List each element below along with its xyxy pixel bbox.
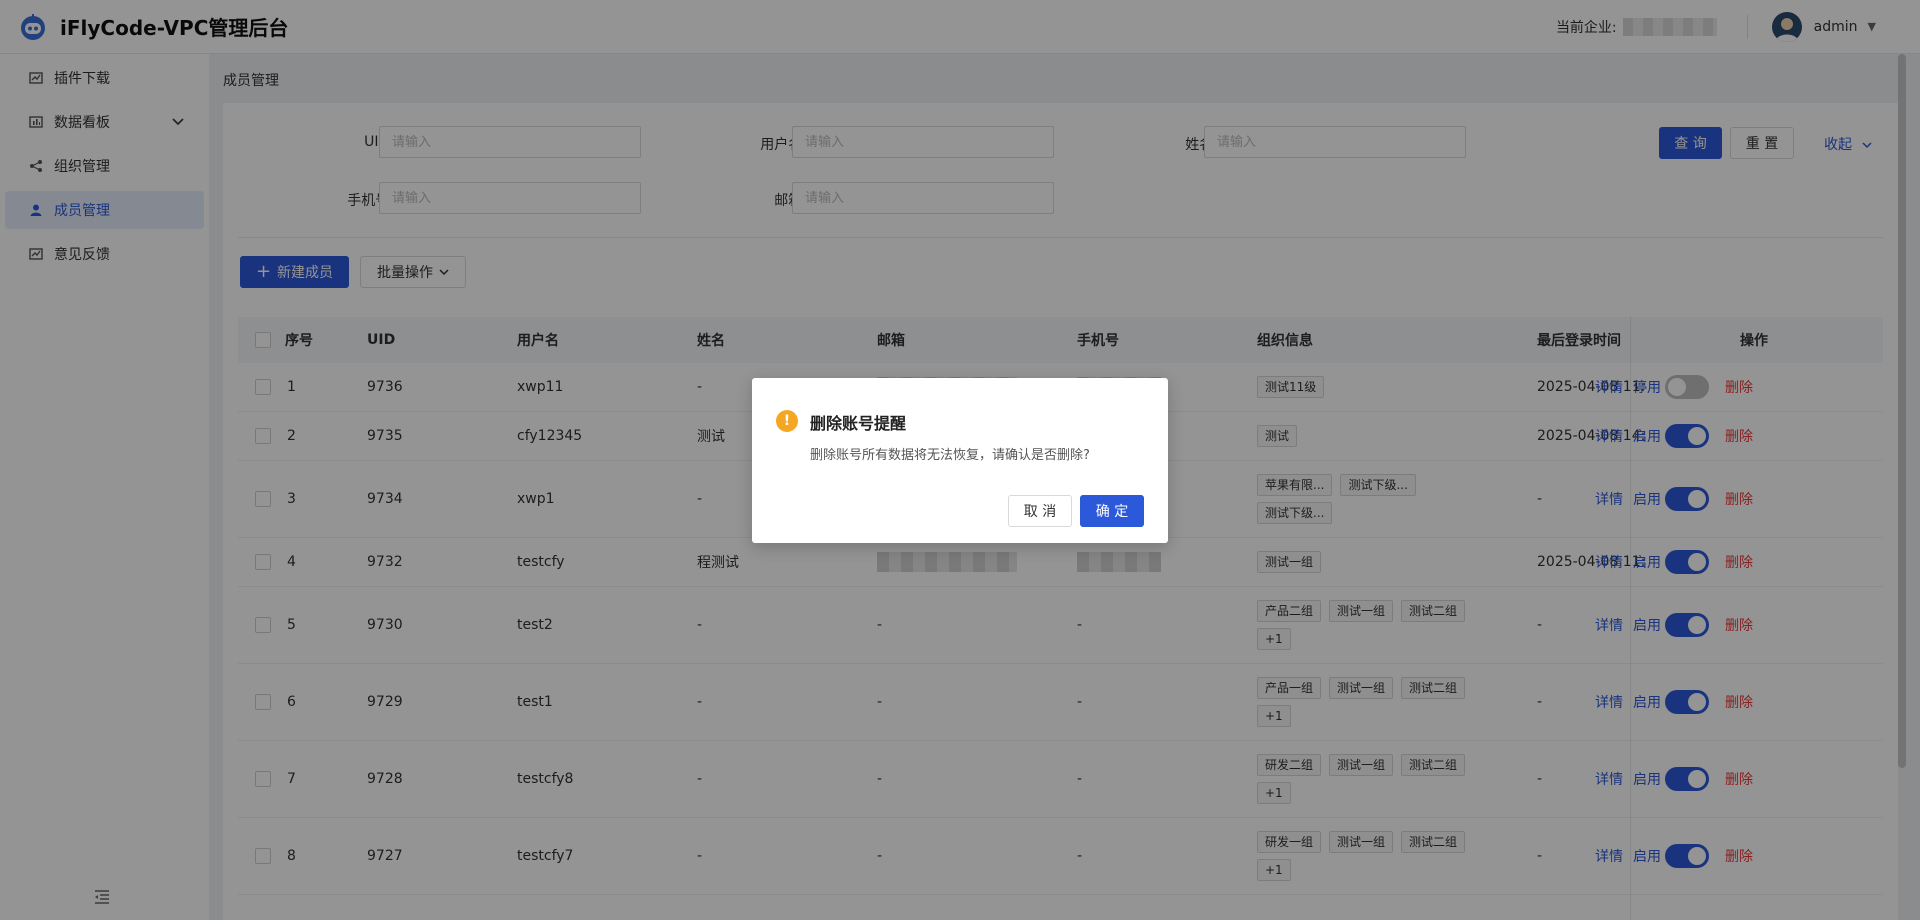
dialog-message: 删除账号所有数据将无法恢复，请确认是否删除?	[810, 448, 1090, 463]
cancel-button[interactable]: 取 消	[1008, 495, 1072, 527]
delete-confirm-dialog: ! 删除账号提醒 删除账号所有数据将无法恢复，请确认是否删除? 取 消 确 定	[752, 378, 1168, 543]
confirm-button[interactable]: 确 定	[1080, 495, 1144, 527]
dialog-title: 删除账号提醒	[810, 414, 907, 433]
warning-icon: !	[776, 410, 798, 432]
